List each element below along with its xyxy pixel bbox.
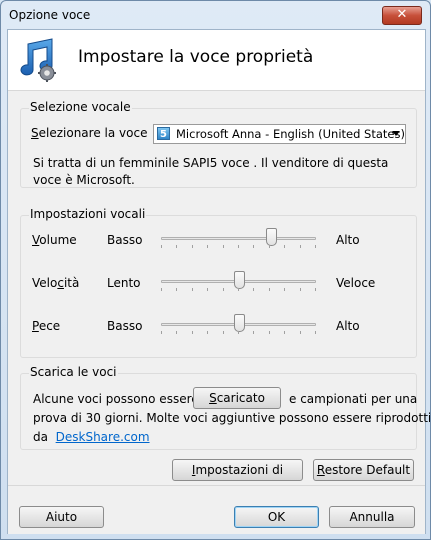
slider-tick bbox=[207, 331, 208, 334]
slider-tick bbox=[238, 245, 239, 248]
header-title: Impostare la voce proprietà bbox=[78, 47, 314, 67]
speed-slider[interactable] bbox=[161, 271, 316, 291]
select-voice-label: Selezionare la voce bbox=[31, 126, 148, 140]
slider-tick bbox=[238, 331, 239, 334]
slider-tick bbox=[284, 245, 285, 248]
test-settings-button[interactable]: Impostazioni di prova bbox=[172, 459, 303, 497]
pitch-slider[interactable] bbox=[161, 314, 316, 334]
slider-tick bbox=[284, 331, 285, 334]
dialog-client-area: Impostare la voce proprietà Selezione vo… bbox=[7, 29, 430, 534]
dialog-header: Impostare la voce proprietà bbox=[8, 30, 425, 91]
dialog-footer: Aiuto OK Annulla bbox=[8, 485, 425, 534]
slider-tick bbox=[315, 331, 316, 334]
download-text-line3: da DeskShare.com bbox=[33, 430, 150, 444]
slider-thumb[interactable] bbox=[266, 228, 277, 246]
slider-tick bbox=[223, 245, 224, 248]
slider-tick bbox=[161, 288, 162, 291]
title-bar[interactable]: Opzione voce ✕ bbox=[1, 1, 430, 29]
voice-selection-group-label: Selezione vocale bbox=[29, 100, 132, 114]
music-note-gear-icon bbox=[20, 38, 56, 82]
slider-tick bbox=[284, 288, 285, 291]
help-button[interactable]: Aiuto bbox=[19, 506, 104, 528]
voice-selection-group: Selezione vocale Selezionare la voce 5 M… bbox=[20, 100, 417, 188]
pitch-max-label: Alto bbox=[336, 319, 360, 333]
download-voices-group: Scarica le voci Alcune voci possono esse… bbox=[20, 365, 430, 450]
slider-tick bbox=[300, 245, 301, 248]
slider-tick bbox=[269, 245, 270, 248]
slider-tick bbox=[300, 331, 301, 334]
voice-settings-group-label: Impostazioni vocali bbox=[29, 207, 147, 221]
slider-tick bbox=[176, 331, 177, 334]
chevron-down-icon[interactable] bbox=[392, 131, 400, 136]
deskshare-link[interactable]: DeskShare.com bbox=[56, 430, 150, 444]
slider-tick bbox=[192, 245, 193, 248]
speed-label: Velocità bbox=[32, 276, 80, 290]
voice-description: Si tratta di un femminile SAPI5 voce . I… bbox=[33, 156, 389, 187]
speed-max-label: Veloce bbox=[336, 276, 376, 290]
volume-slider[interactable] bbox=[161, 228, 316, 248]
slider-tick bbox=[176, 245, 177, 248]
slider-thumb[interactable] bbox=[234, 314, 245, 332]
slider-tick bbox=[223, 288, 224, 291]
slider-tick bbox=[253, 331, 254, 334]
slider-tick bbox=[192, 331, 193, 334]
volume-max-label: Alto bbox=[336, 233, 360, 247]
pitch-min-label: Basso bbox=[107, 319, 143, 333]
slider-tick bbox=[192, 288, 193, 291]
slider-tick bbox=[253, 245, 254, 248]
download-button[interactable]: Scaricato bbox=[193, 387, 281, 409]
slider-tick bbox=[223, 331, 224, 334]
voice-settings-group: Impostazioni vocali Volume Basso Alto Ve… bbox=[20, 207, 417, 358]
close-button[interactable]: ✕ bbox=[382, 6, 422, 25]
sapi5-icon: 5 bbox=[157, 127, 170, 140]
slider-track bbox=[161, 237, 316, 240]
speed-min-label: Lento bbox=[107, 276, 141, 290]
slider-tick bbox=[300, 288, 301, 291]
slider-tick bbox=[161, 245, 162, 248]
slider-tick bbox=[269, 288, 270, 291]
voice-dropdown[interactable]: 5 Microsoft Anna - English (United State… bbox=[153, 124, 406, 144]
slider-thumb[interactable] bbox=[234, 271, 245, 289]
slider-tick bbox=[176, 288, 177, 291]
slider-tick bbox=[238, 288, 239, 291]
slider-tick bbox=[161, 331, 162, 334]
cancel-button[interactable]: Annulla bbox=[329, 506, 415, 528]
download-text-start: Alcune voci possono essere bbox=[33, 392, 199, 406]
volume-label: Volume bbox=[32, 233, 77, 247]
volume-min-label: Basso bbox=[107, 233, 143, 247]
slider-tick bbox=[207, 245, 208, 248]
ok-button[interactable]: OK bbox=[234, 506, 319, 528]
slider-tick bbox=[315, 288, 316, 291]
restore-default-button[interactable]: Restore Default bbox=[313, 459, 414, 481]
download-voices-group-label: Scarica le voci bbox=[29, 365, 118, 379]
download-text-line2: prova di 30 giorni. Molte voci aggiuntiv… bbox=[33, 411, 431, 425]
pitch-label: Pece bbox=[32, 319, 61, 333]
slider-tick bbox=[207, 288, 208, 291]
window-title: Opzione voce bbox=[9, 8, 91, 22]
selected-voice-value: Microsoft Anna - English (United States) bbox=[176, 127, 405, 141]
slider-tick bbox=[253, 288, 254, 291]
slider-tick bbox=[269, 331, 270, 334]
slider-tick bbox=[315, 245, 316, 248]
download-text-end: e campionati per una bbox=[289, 392, 418, 406]
dialog-window: Opzione voce ✕ Impostare la voce proprie… bbox=[0, 0, 431, 540]
